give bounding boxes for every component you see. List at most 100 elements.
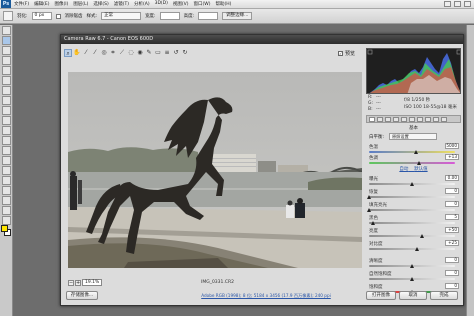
slider-track[interactable] [369,235,455,237]
crop-tool-icon[interactable] [2,66,11,75]
marquee-tool-preset-icon[interactable] [3,11,13,21]
slider-track[interactable] [369,151,455,153]
preferences-icon[interactable]: ≡ [163,49,171,57]
refine-edge-button[interactable]: 调整边缘... [222,12,253,20]
slider-track[interactable] [369,196,455,198]
height-input[interactable] [198,12,219,20]
tab-tone-curve[interactable] [377,116,383,122]
feather-input[interactable]: 0 px [31,12,52,20]
menu-window[interactable]: 窗口(W) [193,1,210,7]
rotate-right-icon[interactable]: ↻ [181,49,189,57]
slider-value-input[interactable]: 0.00 [445,175,459,181]
menu-file[interactable]: 文件(F) [14,1,29,7]
straighten-icon[interactable]: ⟋ [118,49,126,57]
slider-thumb[interactable] [420,234,425,238]
slider-value-input[interactable]: 0 [445,283,459,289]
slider-value-input[interactable]: 5 [445,214,459,220]
slider-track[interactable] [369,162,455,164]
open-image-button[interactable]: 打开图像 [366,291,396,300]
image-preview[interactable] [68,72,362,268]
minimize-button[interactable] [444,1,451,7]
tab-presets[interactable] [433,116,439,122]
hand-tool-icon[interactable] [2,206,11,215]
slider-thumb[interactable] [410,182,414,186]
hand-icon[interactable]: ✋ [73,49,81,57]
menu-3d[interactable]: 3D(D) [155,1,168,7]
slider-track[interactable] [369,248,455,250]
slider-value-input[interactable]: 0 [445,270,459,276]
collapsed-panels-strip[interactable] [466,25,474,316]
slider-track[interactable] [369,222,455,224]
done-button[interactable]: 完成 [430,291,458,300]
healing-brush-tool-icon[interactable] [2,86,11,95]
type-tool-icon[interactable] [2,176,11,185]
close-button[interactable] [464,1,471,7]
menu-select[interactable]: 选择(S) [93,1,108,7]
zoom-out-button[interactable]: − [68,279,74,286]
brush-tool-icon[interactable] [2,96,11,105]
clone-stamp-tool-icon[interactable] [2,106,11,115]
white-balance-icon[interactable]: ⁄ [82,49,90,57]
quick-select-tool-icon[interactable] [2,56,11,65]
blur-tool-icon[interactable] [2,146,11,155]
path-select-tool-icon[interactable] [2,186,11,195]
save-image-button[interactable]: 存储图像... [66,291,98,300]
history-brush-tool-icon[interactable] [2,116,11,125]
red-eye-icon[interactable]: ◉ [136,49,144,57]
zoom-icon[interactable]: ⌕ [64,49,72,57]
slider-value-input[interactable]: +13 [445,154,459,160]
graduated-filter-icon[interactable]: ▭ [154,49,162,57]
slider-value-input[interactable]: +50 [445,227,459,233]
tab-detail[interactable] [385,116,391,122]
lasso-tool-icon[interactable] [2,46,11,55]
zoom-in-button[interactable]: + [75,279,81,286]
spot-removal-icon[interactable]: ◌ [127,49,135,57]
zoom-tool-icon[interactable] [2,216,11,225]
cancel-button[interactable]: 取消 [399,291,427,300]
slider-track[interactable] [369,209,455,211]
eyedropper-tool-icon[interactable] [2,76,11,85]
slider-thumb[interactable] [415,247,420,251]
slider-value-input[interactable]: 0 [445,257,459,263]
dodge-tool-icon[interactable] [2,156,11,165]
width-input[interactable] [159,12,180,20]
rotate-left-icon[interactable]: ↺ [172,49,180,57]
slider-thumb[interactable] [414,150,419,154]
eraser-tool-icon[interactable] [2,126,11,135]
auto-link[interactable]: 自动 [399,167,408,172]
slider-value-input[interactable]: 5000 [445,143,459,149]
tab-basic[interactable] [369,116,375,122]
marquee-tool-icon[interactable] [2,36,11,45]
slider-thumb[interactable] [410,264,414,268]
maximize-button[interactable] [454,1,461,7]
menu-image[interactable]: 图像(I) [54,1,68,7]
slider-thumb[interactable] [416,161,421,165]
slider-thumb[interactable] [410,277,414,281]
slider-value-input[interactable]: +25 [445,240,459,246]
menu-layer[interactable]: 图层(L) [73,1,88,7]
adjustment-brush-icon[interactable]: ✎ [145,49,153,57]
menu-help[interactable]: 帮助(H) [215,1,231,7]
color-sampler-icon[interactable]: ⁄ [91,49,99,57]
slider-thumb[interactable] [367,195,371,199]
move-tool-icon[interactable] [2,26,11,35]
tab-hsl[interactable] [393,116,399,122]
menu-analysis[interactable]: 分析(A) [134,1,150,7]
white-balance-select[interactable]: 原照设置 [389,133,437,140]
preview-toggle[interactable]: ✓ 预览 [338,50,355,57]
tab-camera-calibration[interactable] [425,116,431,122]
foreground-color-swatch[interactable] [1,225,8,232]
slider-value-input[interactable]: 0 [445,201,459,207]
tab-effects[interactable] [417,116,423,122]
shape-tool-icon[interactable] [2,196,11,205]
targeted-adjust-icon[interactable]: ◎ [100,49,108,57]
slider-thumb[interactable] [371,221,376,225]
slider-value-input[interactable]: 0 [445,188,459,194]
tab-split-toning[interactable] [401,116,407,122]
workflow-options-link[interactable]: Adobe RGB (1998); 8 位; 5184 x 3456 (17.9… [166,293,366,299]
menu-filter[interactable]: 滤镜(T) [114,1,129,7]
tab-snapshots[interactable] [441,116,447,122]
tab-lens[interactable] [409,116,415,122]
antialias-checkbox[interactable] [55,13,61,19]
pen-tool-icon[interactable] [2,166,11,175]
